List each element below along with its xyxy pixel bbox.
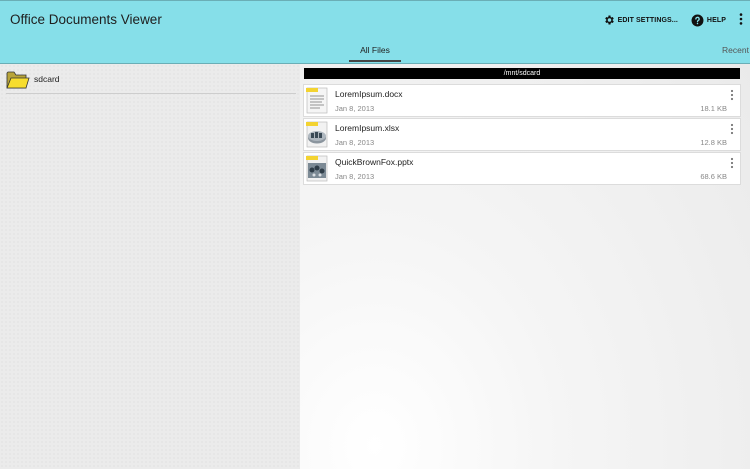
action-bar: Office Documents Viewer EDIT SETTINGS...… — [0, 0, 750, 38]
file-list: LoremIpsum.docx Jan 8, 2013 18.1 KB Lore… — [303, 84, 741, 186]
file-date: Jan 8, 2013 — [335, 104, 375, 113]
file-more-options-icon[interactable] — [729, 88, 735, 101]
file-date: Jan 8, 2013 — [335, 172, 375, 181]
action-items: EDIT SETTINGS... HELP — [603, 1, 750, 39]
file-more-options-icon[interactable] — [729, 156, 735, 169]
folder-pane: sdcard — [0, 64, 300, 469]
tab-all-files-label: All Files — [360, 45, 390, 55]
file-size: 12.8 KB — [700, 138, 727, 147]
edit-settings-button[interactable]: EDIT SETTINGS... — [603, 14, 678, 26]
file-item-docx[interactable]: LoremIpsum.docx Jan 8, 2013 18.1 KB — [303, 84, 741, 117]
tab-selected-indicator — [349, 60, 401, 62]
overflow-menu-icon — [739, 13, 743, 27]
file-item-pptx[interactable]: QuickBrownFox.pptx Jan 8, 2013 68.6 KB — [303, 152, 741, 185]
tab-recent[interactable]: Recent — [722, 38, 749, 64]
tab-recent-label: Recent — [722, 45, 749, 55]
file-name: LoremIpsum.xlsx — [335, 123, 400, 133]
gear-icon — [603, 14, 615, 26]
help-button[interactable]: HELP — [691, 14, 726, 27]
presentation-file-icon — [305, 155, 331, 188]
file-name: QuickBrownFox.pptx — [335, 157, 414, 167]
help-circle-icon — [691, 14, 704, 27]
tab-bar: All Files Recent — [0, 38, 750, 64]
file-more-options-icon[interactable] — [729, 122, 735, 135]
folder-label: sdcard — [34, 74, 60, 84]
file-size: 68.6 KB — [700, 172, 727, 181]
file-date: Jan 8, 2013 — [335, 138, 375, 147]
current-path: /mnt/sdcard — [304, 68, 740, 79]
tab-all-files[interactable]: All Files — [349, 38, 401, 64]
folder-item-sdcard[interactable]: sdcard — [6, 68, 296, 94]
app-title: Office Documents Viewer — [10, 12, 162, 27]
spreadsheet-file-icon — [305, 121, 331, 154]
folder-icon — [6, 70, 30, 95]
file-item-xlsx[interactable]: LoremIpsum.xlsx Jan 8, 2013 12.8 KB — [303, 118, 741, 151]
document-file-icon — [305, 87, 331, 120]
file-name: LoremIpsum.docx — [335, 89, 403, 99]
overflow-menu-button[interactable] — [734, 1, 748, 39]
edit-settings-label: EDIT SETTINGS... — [617, 16, 678, 24]
file-size: 18.1 KB — [700, 104, 727, 113]
help-label: HELP — [706, 16, 726, 24]
